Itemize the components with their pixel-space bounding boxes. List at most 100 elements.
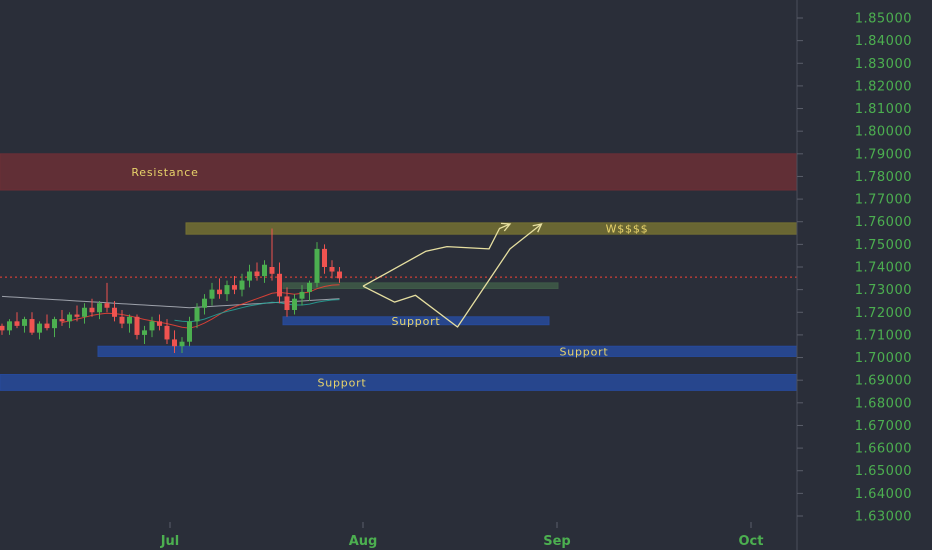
candle [232,276,237,295]
candle-body [112,307,117,317]
price-tick-label: 1.83000 [855,57,912,72]
price-axis[interactable]: 1.85000 1.84000 1.83000 1.82000 1.81000 1.800… [797,12,912,525]
candle [44,314,50,331]
candle [52,316,57,338]
candle [269,228,275,281]
candle-body [172,339,177,347]
time-axis[interactable]: Jul Aug Sep Oct [160,522,764,549]
price-tick-label: 1.71000 [855,328,912,343]
zone-resistance [0,153,798,191]
price-tick-label: 1.68000 [855,396,912,411]
candle-body [322,248,327,267]
candle-body [217,289,222,295]
candle-body [262,264,267,277]
candle [22,316,27,333]
candle [262,260,267,283]
candle-body [194,307,200,322]
candle [217,278,222,299]
zone-support [0,374,798,391]
candle-body [314,248,320,283]
candle [7,319,12,335]
candle [82,303,87,324]
candle-body [97,303,102,313]
time-tick-label: Aug [349,534,378,549]
candle-body [22,319,27,326]
candle-body [37,323,42,333]
candle [224,280,230,301]
candle-body [142,330,147,335]
zone-support [97,345,798,357]
candle [284,287,290,317]
price-tick-label: 1.85000 [855,12,912,27]
price-tick-label: 1.76000 [855,215,912,230]
candle-body [224,285,230,295]
price-tick-label: 1.74000 [855,261,912,276]
candle-body [299,291,305,299]
price-tick-label: 1.78000 [855,170,912,185]
candle-body [292,298,297,311]
candle [67,312,72,329]
candle [149,316,155,338]
candle-body [179,341,185,347]
price-tick-label: 1.82000 [855,79,912,94]
candle-body [7,321,12,331]
candle-body [187,321,192,342]
price-tick-label: 1.84000 [855,34,912,49]
candle [97,300,102,320]
candle-body [82,307,87,317]
candle [157,314,162,331]
candle-body [29,319,35,333]
zone-label: Support [559,345,608,358]
candle [104,282,110,313]
zone-box [282,282,559,290]
price-tick-label: 1.66000 [855,442,912,457]
candle [14,312,20,329]
price-tick-label: 1.67000 [855,419,912,434]
candle-body [44,323,50,329]
price-tick-label: 1.65000 [855,464,912,479]
candle [202,294,207,315]
candle [142,325,147,344]
time-tick-label: Jul [160,534,180,549]
price-tick-label: 1.72000 [855,306,912,321]
time-tick-label: Sep [543,534,571,549]
candle-body [157,321,162,326]
price-tick-label: 1.80000 [855,125,912,140]
candle [329,260,335,279]
price-zones [0,153,798,391]
candle-body [149,321,155,331]
candle [127,314,132,333]
zone-w [185,222,798,235]
projection-arrow-dip [362,223,542,328]
candle-body [119,316,125,324]
candle-body [67,314,72,322]
candle-body [232,285,237,290]
candle-body [329,267,335,272]
candle [247,264,252,288]
candle-body [134,316,140,335]
candle [254,262,260,281]
candle [277,262,282,304]
price-tick-label: 1.63000 [855,510,912,525]
candle-body [0,325,5,331]
candle-body [284,296,290,311]
price-tick-label: 1.73000 [855,283,912,298]
candle [119,310,125,329]
candle-body [14,321,20,326]
candle [37,321,42,340]
candle-body [269,267,275,274]
time-tick-label: Oct [739,534,764,549]
candle [307,280,312,301]
candle-body [74,314,80,317]
candle [209,282,215,306]
candle [59,310,65,326]
zone-label: W$$$$ [606,223,649,236]
price-chart[interactable]: Resistance W$$$$ Support Support Support 1.8… [0,0,932,550]
price-tick-label: 1.70000 [855,351,912,366]
candle [337,267,342,283]
candle-body [164,325,170,340]
price-tick-label: 1.64000 [855,487,912,502]
zone-label: Support [317,376,366,389]
projection-arrows [362,222,543,328]
candle-body [202,298,207,308]
